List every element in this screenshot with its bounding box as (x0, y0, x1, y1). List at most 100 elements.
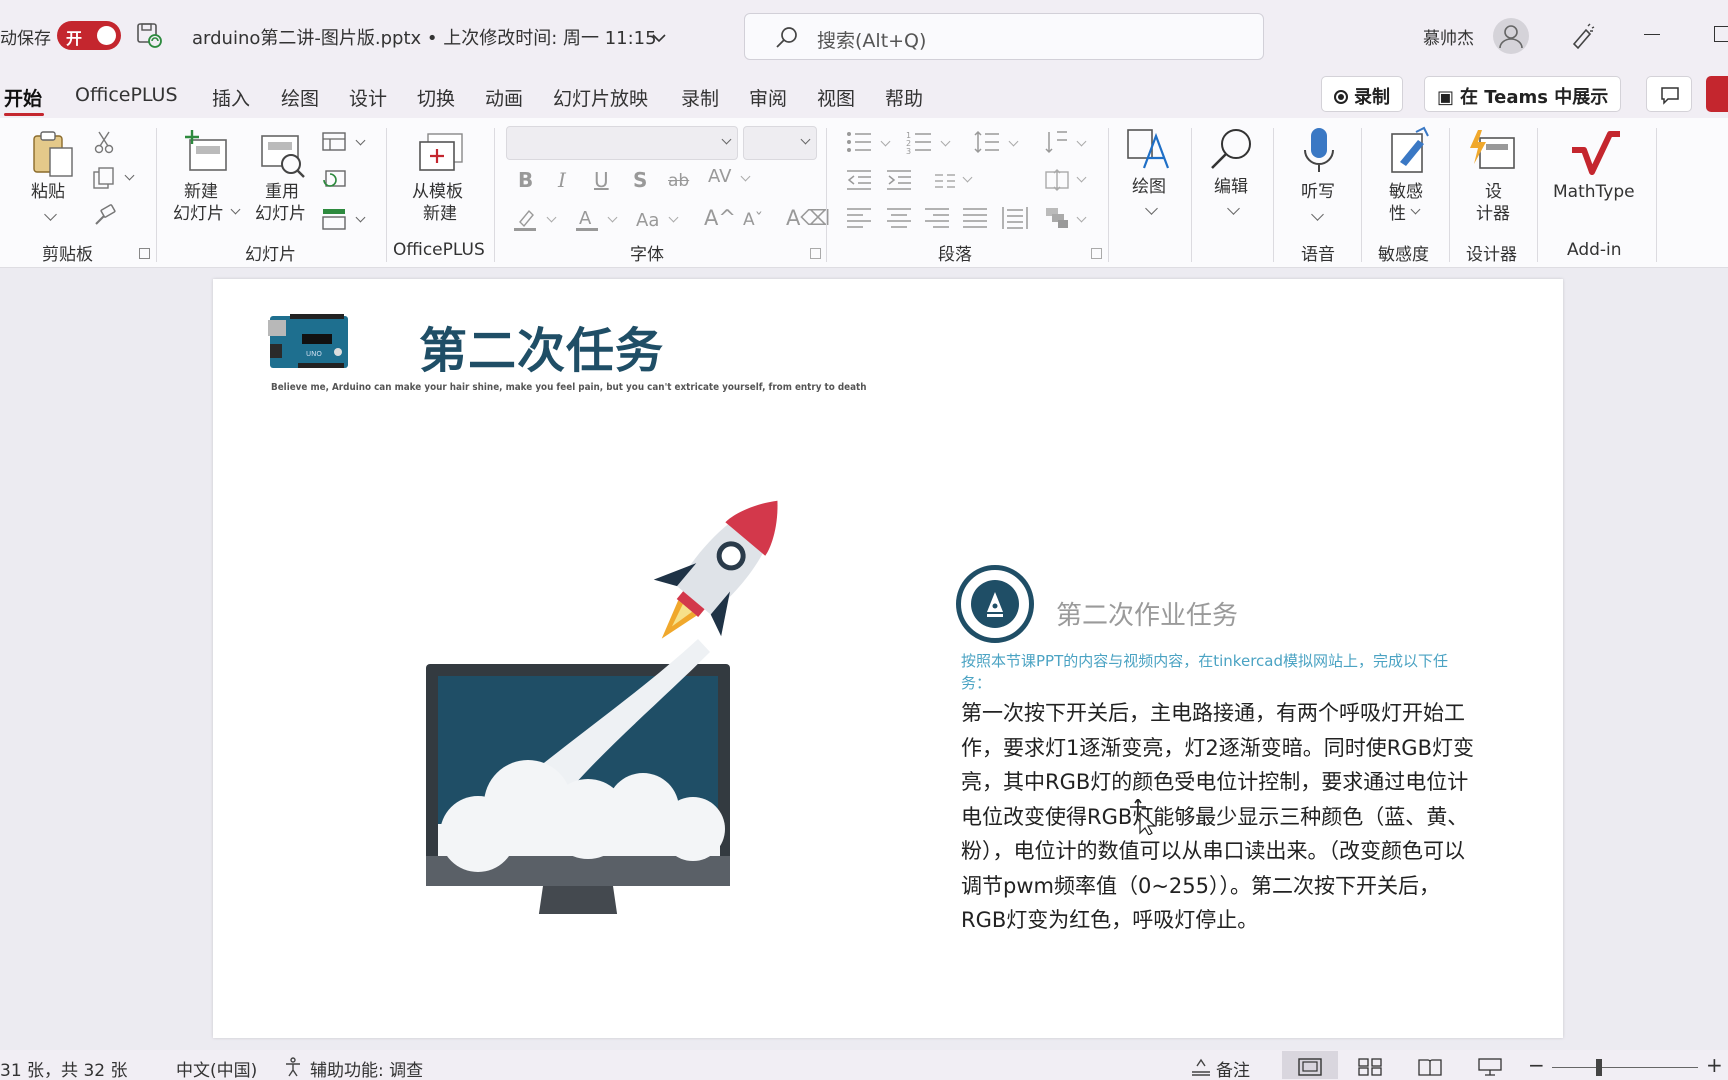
tab-view[interactable]: 视图 (817, 84, 855, 111)
bold-icon[interactable]: B (518, 168, 533, 192)
tab-animations[interactable]: 动画 (485, 84, 523, 111)
align-center-icon[interactable] (886, 206, 912, 234)
copy-dropdown[interactable] (124, 170, 135, 181)
comments-button[interactable] (1646, 76, 1692, 112)
slide-counter[interactable]: 31 张，共 32 张 (0, 1056, 127, 1080)
avatar[interactable] (1493, 18, 1529, 54)
reuse-slides-icon[interactable] (258, 130, 308, 184)
mathtype-label[interactable]: MathType (1553, 181, 1635, 203)
align-text-icon[interactable] (1044, 168, 1070, 196)
template-new-icon[interactable] (418, 132, 464, 180)
bullets-icon[interactable] (846, 130, 872, 158)
task-body[interactable]: 第一次按下开关后，主电路接通，有两个呼吸灯开始工作，要求灯1逐渐变亮，灯2逐渐变… (961, 696, 1481, 938)
notes-button[interactable]: 备注 (1216, 1056, 1250, 1080)
tab-slideshow[interactable]: 幻灯片放映 (553, 84, 648, 111)
tab-record[interactable]: 录制 (681, 84, 719, 111)
tab-draw[interactable]: 绘图 (281, 84, 319, 111)
section-dropdown[interactable] (355, 212, 366, 223)
copy-icon[interactable] (92, 166, 116, 194)
accessibility-icon[interactable] (284, 1057, 304, 1080)
tab-help[interactable]: 帮助 (885, 84, 923, 111)
change-case-dropdown[interactable] (668, 212, 679, 223)
tab-review[interactable]: 审阅 (749, 84, 787, 111)
numbering-icon[interactable]: 123 (906, 130, 932, 158)
designer-icon[interactable] (1468, 128, 1516, 178)
paste-label[interactable]: 粘贴 (31, 181, 65, 203)
chevron-down-icon[interactable] (652, 28, 666, 47)
strikethrough-icon[interactable]: ab (668, 171, 689, 191)
sensitivity-icon[interactable] (1388, 126, 1430, 180)
draw-dropdown[interactable] (1145, 202, 1158, 215)
paste-dropdown[interactable] (44, 208, 57, 221)
distributed-icon[interactable] (1002, 206, 1028, 234)
italic-icon[interactable]: I (558, 168, 566, 192)
text-direction-icon[interactable] (1044, 130, 1070, 158)
underline-icon[interactable]: U (594, 168, 609, 192)
text-direction-dropdown[interactable] (1076, 136, 1087, 147)
font-name-combo[interactable] (506, 126, 738, 160)
font-color-dropdown[interactable] (607, 212, 618, 223)
new-slide-icon[interactable] (184, 128, 232, 182)
format-painter-icon[interactable] (92, 204, 116, 232)
slideshow-view-icon[interactable] (1478, 1058, 1502, 1080)
text-shadow-icon[interactable]: S (633, 168, 647, 192)
document-title[interactable]: arduino第二讲-图片版.pptx • 上次修改时间: 周一 11:15 (192, 24, 657, 50)
language-indicator[interactable]: 中文(中国) (176, 1056, 257, 1080)
sensitivity-dropdown[interactable] (1410, 204, 1421, 215)
layout-dropdown[interactable] (355, 135, 366, 146)
tab-insert[interactable]: 插入 (212, 84, 250, 111)
clipboard-launcher-icon[interactable] (139, 248, 150, 259)
slide-subtitle[interactable]: Believe me, Arduino can make your hair s… (271, 382, 867, 393)
search-box[interactable]: 搜索(Alt+Q) (744, 13, 1264, 60)
char-spacing-dropdown[interactable] (740, 171, 751, 182)
mathtype-icon[interactable] (1570, 130, 1622, 180)
record-button[interactable]: 录制 (1321, 76, 1403, 112)
font-color-icon[interactable]: A (574, 206, 600, 236)
designer-label-2[interactable]: 计器 (1476, 203, 1510, 225)
change-case-icon[interactable]: Aa (636, 210, 659, 231)
tab-design[interactable]: 设计 (349, 84, 387, 111)
highlight-dropdown[interactable] (546, 212, 557, 223)
align-text-dropdown[interactable] (1076, 172, 1087, 183)
share-button[interactable] (1706, 76, 1728, 112)
numbering-dropdown[interactable] (940, 136, 951, 147)
autosave-toggle[interactable]: 开 (57, 21, 121, 50)
designer-pen-icon[interactable] (1568, 22, 1596, 54)
slide-canvas[interactable]: UNO 第二次任务 Believe me, Arduino can make y… (213, 279, 1563, 1038)
paragraph-launcher-icon[interactable] (1091, 248, 1102, 259)
clear-format-icon[interactable]: A⌫ (786, 206, 830, 230)
sync-save-icon[interactable] (136, 22, 162, 52)
justify-icon[interactable] (962, 206, 988, 234)
char-spacing-icon[interactable]: AV (708, 166, 731, 187)
task-heading[interactable]: 第二次作业任务 (1056, 595, 1238, 632)
draw-label[interactable]: 绘图 (1132, 176, 1166, 198)
smartart-icon[interactable] (1044, 206, 1070, 234)
zoom-in-icon[interactable]: + (1706, 1053, 1723, 1077)
cut-icon[interactable] (94, 130, 114, 158)
decrease-indent-icon[interactable] (846, 168, 872, 196)
sensitivity-label-2[interactable]: 性 (1389, 203, 1406, 225)
template-label-2[interactable]: 新建 (423, 203, 457, 225)
columns-icon[interactable] (934, 172, 956, 194)
align-right-icon[interactable] (924, 206, 950, 234)
zoom-slider-track[interactable] (1552, 1067, 1698, 1068)
new-slide-label-1[interactable]: 新建 (184, 181, 218, 203)
normal-view-icon[interactable] (1298, 1058, 1322, 1080)
reset-icon[interactable] (322, 170, 346, 194)
align-left-icon[interactable] (846, 206, 872, 234)
line-spacing-dropdown[interactable] (1008, 136, 1019, 147)
reuse-slides-label-2[interactable]: 幻灯片 (255, 203, 306, 225)
font-launcher-icon[interactable] (810, 248, 821, 259)
reuse-slides-label-1[interactable]: 重用 (265, 181, 299, 203)
edit-label[interactable]: 编辑 (1214, 176, 1248, 198)
microphone-icon[interactable] (1302, 126, 1336, 180)
new-slide-dropdown[interactable] (230, 204, 241, 215)
dictate-label[interactable]: 听写 (1301, 181, 1335, 203)
new-slide-label-2[interactable]: 幻灯片 (173, 203, 224, 225)
reading-view-icon[interactable] (1418, 1058, 1442, 1080)
slide-title[interactable]: 第二次任务 (419, 311, 664, 381)
maximize-icon[interactable] (1714, 26, 1728, 42)
highlight-icon[interactable] (512, 206, 538, 236)
find-icon[interactable] (1208, 126, 1256, 178)
zoom-slider-thumb[interactable] (1596, 1059, 1602, 1076)
